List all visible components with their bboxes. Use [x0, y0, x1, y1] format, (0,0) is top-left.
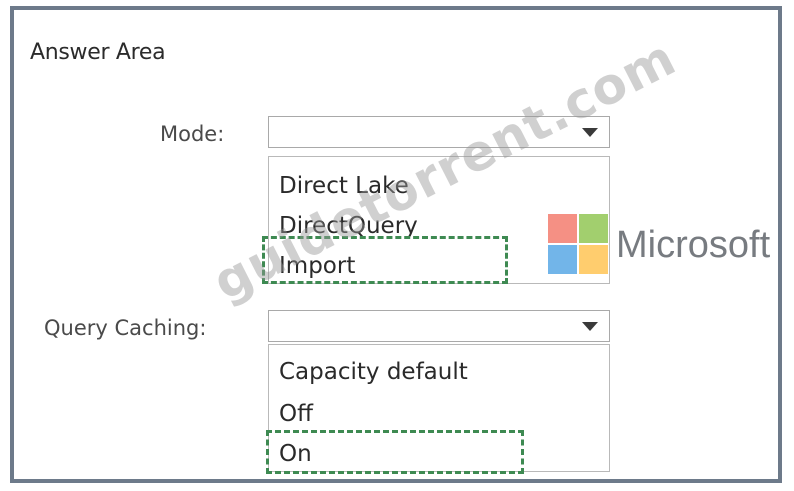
answer-area-panel: Answer Area Mode: Direct Lake DirectQuer… [10, 6, 782, 483]
microsoft-logo-icon [548, 214, 610, 276]
query-caching-option-off[interactable]: Off [279, 401, 313, 427]
mode-label: Mode: [160, 122, 225, 146]
microsoft-logo-text: Microsoft [616, 224, 771, 266]
chevron-down-icon [582, 321, 598, 331]
query-caching-dropdown[interactable] [268, 310, 610, 342]
query-caching-selection-highlight [266, 430, 524, 474]
query-caching-label: Query Caching: [44, 316, 207, 340]
query-caching-option-capacity-default[interactable]: Capacity default [279, 359, 468, 385]
answer-area-title: Answer Area [30, 40, 166, 65]
query-caching-dropdown-toggle[interactable] [571, 311, 609, 341]
